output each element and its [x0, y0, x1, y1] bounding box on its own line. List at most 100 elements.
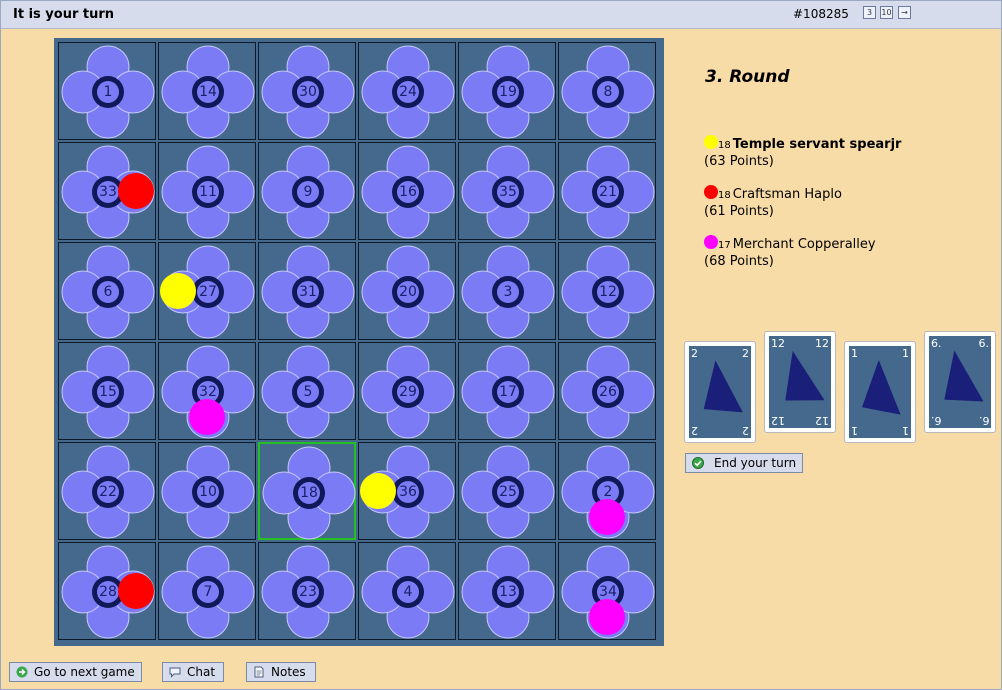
hand-card[interactable]: 1 1 1 1 — [844, 341, 916, 443]
board-cell[interactable]: 10 — [158, 442, 256, 540]
card-value-top-left: 6. — [931, 337, 942, 350]
game-board: 1 14 30 24 19 8 33 11 9 16 35 21 6 27 31 20 3 12 15 32 5 29 17… — [54, 38, 664, 646]
hand-card[interactable]: 2 2 2 2 — [684, 341, 756, 443]
board-cell[interactable]: 18 — [258, 442, 356, 540]
next-game-label: Go to next game — [34, 665, 135, 679]
card-value-bottom-left: 12 — [771, 414, 785, 427]
notes-button[interactable]: Notes — [246, 662, 316, 682]
board-cell[interactable]: 19 — [458, 42, 556, 140]
player-entry: 18 Temple servant spearjr (63 Points) — [704, 135, 901, 170]
title-bar: It is your turn #108285 3 10 → — [1, 1, 1001, 29]
board-cell[interactable]: 23 — [258, 542, 356, 640]
cell-number: 16 — [399, 184, 417, 200]
player-points: (61 Points) — [704, 204, 774, 219]
player-color-dot — [704, 235, 718, 249]
card-value-bottom-right: 12 — [815, 414, 829, 427]
board-cell[interactable]: 35 — [458, 142, 556, 240]
next-game-button[interactable]: Go to next game — [9, 662, 142, 682]
card-value-bottom-left: 2 — [691, 424, 698, 437]
board-cell[interactable]: 7 — [158, 542, 256, 640]
cell-number: 14 — [199, 84, 217, 100]
cell-number: 22 — [99, 484, 117, 500]
cell-number: 30 — [299, 84, 317, 100]
player-points: (68 Points) — [704, 254, 774, 269]
player-entry: 17 Merchant Copperalley (68 Points) — [704, 235, 876, 270]
board-cell[interactable]: 1 — [58, 42, 156, 140]
player-entry: 18 Craftsman Haplo (61 Points) — [704, 185, 842, 220]
cell-number: 25 — [499, 484, 517, 500]
player-piece-count: 18 — [718, 140, 731, 151]
board-cell[interactable]: 14 — [158, 42, 256, 140]
board-cell[interactable]: 12 — [558, 242, 656, 340]
exit-icon[interactable]: → — [898, 6, 911, 19]
board-cell[interactable]: 5 — [258, 342, 356, 440]
cell-number: 20 — [399, 284, 417, 300]
cell-number: 7 — [203, 584, 213, 600]
board-cell[interactable]: 13 — [458, 542, 556, 640]
stats-icon[interactable]: 10 — [880, 6, 893, 19]
cell-number: 10 — [199, 484, 217, 500]
game-window: It is your turn #108285 3 10 → 1 14 30 24 19… — [0, 0, 1002, 690]
board-cell[interactable]: 3 — [458, 242, 556, 340]
cell-number: 15 — [99, 384, 117, 400]
cell-number: 17 — [499, 384, 517, 400]
cell-number: 4 — [403, 584, 413, 600]
card-value-bottom-right: 2 — [742, 424, 749, 437]
board-cell[interactable]: 15 — [58, 342, 156, 440]
card-value-bottom-left: 6. — [931, 414, 942, 427]
player-name: Temple servant spearjr — [732, 137, 902, 152]
board-cell[interactable]: 11 — [158, 142, 256, 240]
chat-button[interactable]: Chat — [162, 662, 224, 682]
board-cell[interactable]: 24 — [358, 42, 456, 140]
board-cell[interactable]: 22 — [58, 442, 156, 540]
hand-card[interactable]: 6. 6. 6. 6. — [924, 331, 996, 433]
board-cell[interactable]: 30 — [258, 42, 356, 140]
card-value-bottom-right: 1 — [902, 424, 909, 437]
board-cell[interactable]: 17 — [458, 342, 556, 440]
card-value-bottom-left: 1 — [851, 424, 858, 437]
player-piece-count: 17 — [718, 240, 731, 251]
end-turn-button[interactable]: End your turn — [685, 453, 803, 473]
cell-number: 24 — [399, 84, 417, 100]
board-cell[interactable]: 9 — [258, 142, 356, 240]
rules-icon[interactable]: 3 — [863, 6, 876, 19]
board-cell[interactable]: 26 — [558, 342, 656, 440]
cell-number: 31 — [299, 284, 317, 300]
cell-number: 21 — [599, 184, 617, 200]
board-cell[interactable]: 8 — [558, 42, 656, 140]
turn-status-title: It is your turn — [13, 7, 115, 22]
player-pawn — [118, 573, 154, 609]
board-cell[interactable]: 6 — [58, 242, 156, 340]
chat-label: Chat — [187, 665, 216, 679]
cell-number: 13 — [499, 584, 517, 600]
board-cell[interactable]: 25 — [458, 442, 556, 540]
board-cell[interactable]: 16 — [358, 142, 456, 240]
player-pawn — [589, 599, 625, 635]
player-points: (63 Points) — [704, 154, 774, 169]
card-value-bottom-right: 6. — [978, 414, 990, 427]
cell-number: 19 — [499, 84, 517, 100]
card-value-top-right: 1 — [902, 347, 909, 360]
hand-card[interactable]: 12 12 12 12 — [764, 331, 836, 433]
cell-number: 29 — [399, 384, 417, 400]
cell-number: 8 — [603, 84, 613, 100]
cell-number: 23 — [299, 584, 317, 600]
board-cell[interactable]: 31 — [258, 242, 356, 340]
player-pawn — [360, 473, 396, 509]
card-value-top-left: 2 — [691, 347, 698, 360]
player-color-dot — [704, 135, 718, 149]
board-cell[interactable]: 21 — [558, 142, 656, 240]
player-color-dot — [704, 185, 718, 199]
card-value-top-left: 1 — [851, 347, 858, 360]
board-cell[interactable]: 4 — [358, 542, 456, 640]
end-turn-label: End your turn — [714, 456, 797, 470]
card-value-top-left: 12 — [771, 337, 785, 350]
cell-number: 12 — [599, 284, 617, 300]
card-value-top-right: 2 — [742, 347, 749, 360]
board-cell[interactable]: 20 — [358, 242, 456, 340]
card-value-top-right: 12 — [815, 337, 829, 350]
round-label: 3. Round — [705, 67, 790, 87]
cell-number: 35 — [499, 184, 517, 200]
cell-number: 5 — [303, 384, 313, 400]
board-cell[interactable]: 29 — [358, 342, 456, 440]
